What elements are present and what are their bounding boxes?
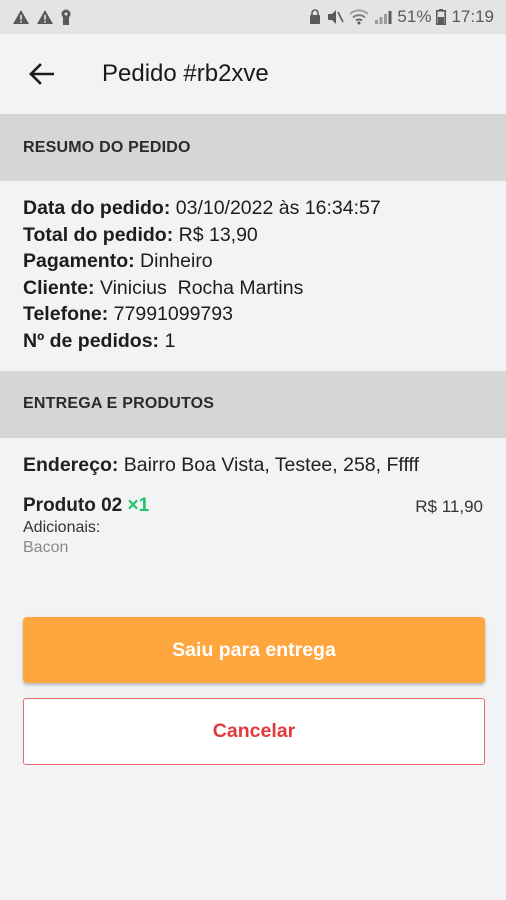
orders-count-row: Nº de pedidos: 1 bbox=[23, 328, 483, 355]
product-item: Produto 02 ×1 Adicionais: Bacon R$ 11,90 bbox=[23, 495, 483, 557]
app-bar: Pedido #rb2xve bbox=[0, 34, 506, 114]
order-summary: Data do pedido: 03/10/2022 às 16:34:57 T… bbox=[0, 181, 506, 371]
battery-icon bbox=[436, 9, 447, 25]
product-name: Produto 02 bbox=[23, 494, 123, 516]
order-total-row: Total do pedido: R$ 13,90 bbox=[23, 222, 483, 249]
client-row: Cliente: Vinicius Rocha Martins bbox=[23, 275, 483, 302]
order-date-value: 03/10/2022 às 16:34:57 bbox=[175, 197, 381, 219]
keyhole-icon bbox=[60, 9, 72, 26]
address-value: Bairro Boa Vista, Testee, 258, Fffff bbox=[123, 453, 419, 476]
status-time: 17:19 bbox=[451, 7, 494, 26]
page-title: Pedido #rb2xve bbox=[102, 60, 269, 87]
additions-value: Bacon bbox=[23, 538, 69, 556]
phone-label: Telefone: bbox=[23, 303, 109, 326]
order-date-row: Data do pedido: 03/10/2022 às 16:34:57 bbox=[23, 195, 483, 222]
order-date-label: Data do pedido: bbox=[23, 197, 171, 219]
lock-icon bbox=[309, 9, 321, 25]
address-row: Endereço: Bairro Boa Vista, Testee, 258,… bbox=[23, 451, 483, 479]
wifi-icon bbox=[349, 9, 370, 25]
status-bar: 51% 17:19 bbox=[0, 0, 506, 34]
order-total-label: Total do pedido: bbox=[23, 223, 174, 246]
mute-icon bbox=[326, 9, 345, 25]
cancel-button[interactable]: Cancelar bbox=[23, 698, 485, 765]
payment-label: Pagamento: bbox=[23, 250, 135, 273]
order-total-value: R$ 13,90 bbox=[178, 223, 258, 246]
phone-row: Telefone: 77991099793 bbox=[23, 301, 483, 328]
battery-percent: 51% bbox=[397, 7, 432, 26]
product-quantity: ×1 bbox=[127, 494, 150, 516]
signal-icon bbox=[374, 9, 392, 25]
client-value: Vinicius Rocha Martins bbox=[99, 276, 304, 299]
orders-count-label: Nº de pedidos: bbox=[23, 329, 160, 352]
product-price: R$ 11,90 bbox=[415, 496, 483, 516]
section-header-summary: RESUMO DO PEDIDO bbox=[0, 114, 506, 181]
delivery-products: Endereço: Bairro Boa Vista, Testee, 258,… bbox=[0, 438, 506, 557]
client-label: Cliente: bbox=[23, 276, 95, 299]
status-bar-left bbox=[12, 9, 72, 26]
product-info: Produto 02 ×1 Adicionais: Bacon bbox=[23, 495, 149, 557]
address-label: Endereço: bbox=[23, 453, 119, 476]
orders-count-value: 1 bbox=[164, 329, 176, 352]
back-button[interactable] bbox=[24, 57, 58, 91]
out-for-delivery-button[interactable]: Saiu para entrega bbox=[23, 617, 485, 683]
arrow-left-icon bbox=[29, 63, 54, 85]
warning-icon bbox=[36, 9, 54, 25]
product-name-row: Produto 02 ×1 bbox=[23, 495, 149, 517]
section-header-delivery: ENTREGA E PRODUTOS bbox=[0, 370, 506, 438]
phone-value: 77991099793 bbox=[113, 303, 233, 326]
additions-label: Adicionais: bbox=[23, 518, 101, 536]
payment-value: Dinheiro bbox=[140, 250, 213, 273]
status-bar-right: 51% 17:19 bbox=[309, 7, 494, 27]
payment-row: Pagamento: Dinheiro bbox=[23, 248, 483, 275]
warning-icon bbox=[12, 9, 30, 25]
